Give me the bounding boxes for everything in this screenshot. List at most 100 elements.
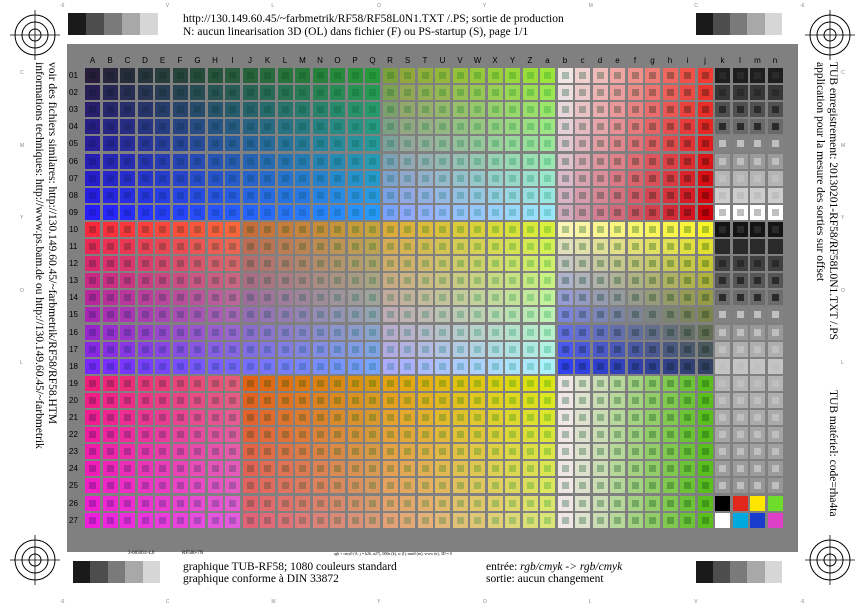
color-patch <box>312 512 328 528</box>
color-patch-inner <box>106 482 114 490</box>
color-patch <box>575 410 590 425</box>
gray-step <box>713 13 731 35</box>
color-patch <box>330 85 345 101</box>
color-patch-inner <box>754 431 761 439</box>
color-patch-inner <box>386 379 394 387</box>
color-patch <box>137 85 153 101</box>
color-patch <box>347 427 363 443</box>
color-patch <box>540 392 555 408</box>
color-patch <box>225 512 240 528</box>
color-patch-inner <box>544 448 551 456</box>
color-patch <box>312 85 328 101</box>
color-patch <box>120 256 135 272</box>
color-patch-inner <box>211 72 219 79</box>
color-patch-inner <box>736 379 744 387</box>
color-patch-inner <box>264 140 271 148</box>
color-patch <box>435 495 450 511</box>
color-patch-inner <box>544 311 551 319</box>
color-patch <box>645 324 660 340</box>
color-patch-inner <box>736 157 744 165</box>
color-patch <box>575 478 590 494</box>
color-patch-inner <box>631 277 639 285</box>
color-patch <box>715 187 730 203</box>
color-patch-inner <box>491 328 499 336</box>
color-patch-inner <box>509 328 516 336</box>
color-patch <box>715 153 730 169</box>
color-patch-inner <box>719 225 726 233</box>
color-patch-inner <box>141 499 149 507</box>
color-patch-inner <box>491 499 499 507</box>
color-patch <box>610 478 625 494</box>
color-patch <box>557 461 573 477</box>
color-patch-inner <box>246 174 254 182</box>
color-patch <box>207 68 223 83</box>
color-patch-inner <box>614 362 621 370</box>
color-patch <box>627 358 643 374</box>
color-patch <box>365 495 380 511</box>
color-patch-inner <box>194 72 201 79</box>
edge-mark: Y <box>482 3 487 9</box>
color-patch <box>470 290 485 306</box>
color-patch-inner <box>404 328 411 336</box>
color-patch-inner <box>176 311 184 319</box>
color-patch <box>470 512 485 528</box>
color-patch <box>470 427 485 443</box>
color-patch-inner <box>491 465 499 473</box>
color-patch <box>732 85 748 101</box>
color-patch-inner <box>334 225 341 233</box>
color-patch <box>575 256 590 272</box>
color-patch <box>207 478 223 494</box>
color-patch <box>522 204 538 220</box>
color-patch <box>522 512 538 528</box>
color-patch-inner <box>771 140 779 148</box>
color-patch <box>452 136 468 152</box>
color-patch <box>522 324 538 340</box>
color-patch-inner <box>211 123 219 131</box>
color-patch <box>505 85 520 101</box>
color-patch <box>400 444 415 460</box>
color-patch-inner <box>474 328 481 336</box>
column-label: F <box>177 56 183 65</box>
color-patch-inner <box>719 243 726 250</box>
color-patch <box>295 444 310 460</box>
color-patch-inner <box>439 328 446 336</box>
color-patch <box>295 204 310 220</box>
color-patch <box>190 187 205 203</box>
color-patch-inner <box>509 414 516 421</box>
color-patch <box>277 273 293 289</box>
color-patch-inner <box>544 516 551 524</box>
color-patch <box>312 427 328 443</box>
color-patch <box>190 341 205 357</box>
color-patch-inner <box>561 516 569 524</box>
color-patch <box>627 221 643 237</box>
color-patch-inner <box>666 106 674 114</box>
color-patch <box>557 478 573 494</box>
color-patch-inner <box>176 225 184 233</box>
color-patch-inner <box>141 106 149 114</box>
color-patch-inner <box>229 225 236 233</box>
color-patch <box>382 256 398 272</box>
color-patch-inner <box>89 140 96 148</box>
color-patch <box>697 512 713 528</box>
color-patch-inner <box>544 345 551 353</box>
color-patch-inner <box>491 294 499 302</box>
color-patch-inner <box>281 516 289 524</box>
color-patch-inner <box>211 516 219 524</box>
gray-step <box>73 561 91 583</box>
color-patch <box>627 375 643 391</box>
color-patch <box>330 461 345 477</box>
color-patch <box>277 307 293 323</box>
color-patch <box>312 102 328 118</box>
color-patch-inner <box>141 362 149 370</box>
color-patch-inner <box>666 516 674 524</box>
color-patch-inner <box>299 174 306 182</box>
color-patch <box>382 136 398 152</box>
color-patch-inner <box>124 140 131 148</box>
color-patch <box>505 68 520 83</box>
color-patch <box>242 273 258 289</box>
color-patch-inner <box>281 362 289 370</box>
color-patch-inner <box>474 482 481 490</box>
color-patch <box>662 495 678 511</box>
color-patch <box>767 358 783 374</box>
color-patch-inner <box>194 396 201 404</box>
